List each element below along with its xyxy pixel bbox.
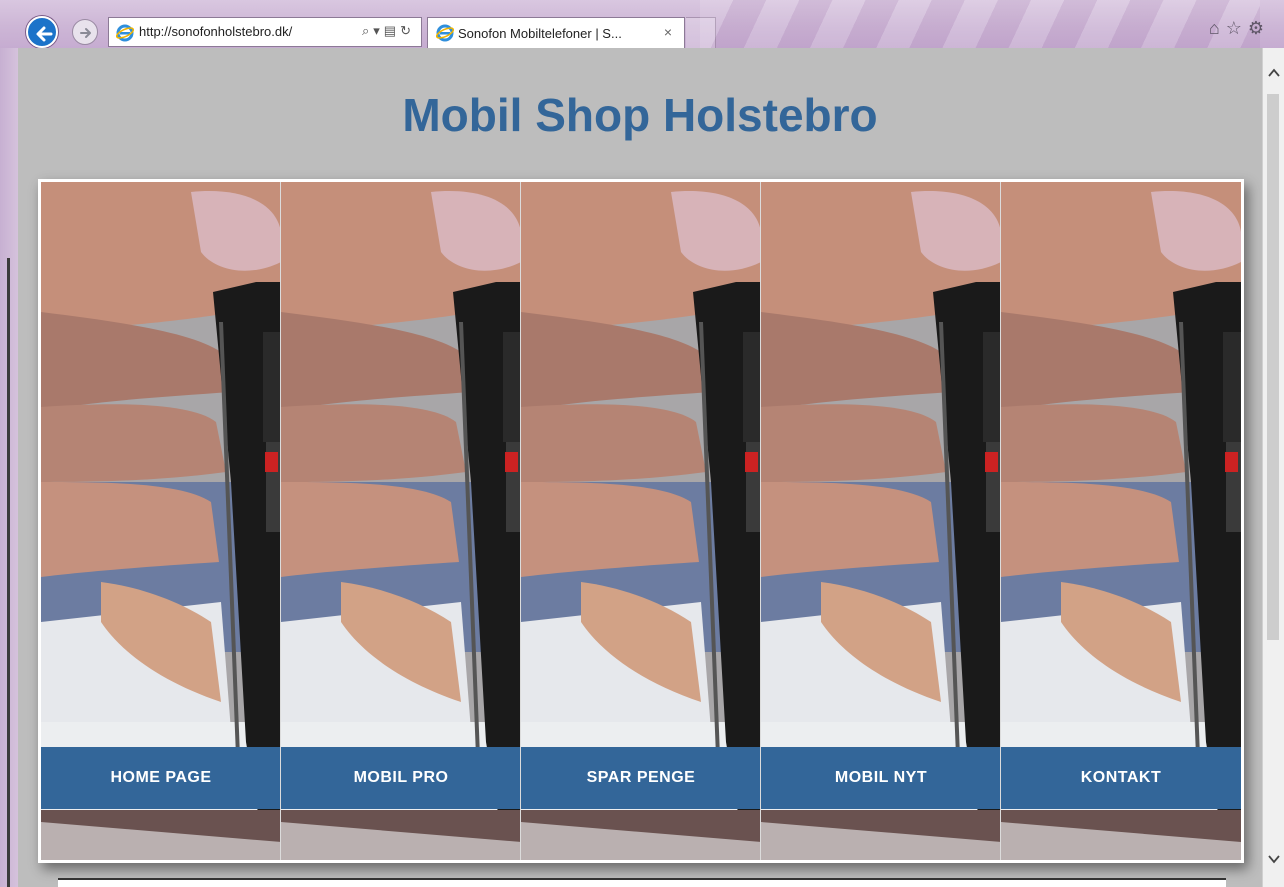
ie-logo-icon <box>116 24 134 42</box>
address-url[interactable]: http://sonofonholstebro.dk/ <box>139 24 292 39</box>
tab-sonofon[interactable]: Sonofon Mobiltelefoner | S... × <box>427 17 685 48</box>
address-tools: ⌕▾▤↻ <box>362 23 415 39</box>
window-frame <box>0 48 18 887</box>
tab-close-icon[interactable]: × <box>664 24 672 40</box>
chevron-down-icon[interactable] <box>1267 852 1281 866</box>
browser-right-icons: ⌂☆⚙ <box>1209 18 1270 39</box>
page-title: Mobil Shop Holstebro <box>402 89 878 141</box>
tab-title: Sonofon Mobiltelefoner | S... <box>458 26 622 41</box>
address-bar[interactable]: http://sonofonholstebro.dk/ ⌕▾▤↻ <box>108 17 422 47</box>
home-icon[interactable]: ⌂ <box>1209 18 1226 39</box>
favorites-star-icon[interactable]: ☆ <box>1226 18 1248 39</box>
hero-slice[interactable]: MOBIL NYT <box>761 182 1001 860</box>
vertical-scrollbar[interactable] <box>1262 48 1284 887</box>
nav-spar-penge[interactable]: SPAR PENGE <box>521 747 760 809</box>
hero-slice[interactable]: HOME PAGE <box>41 182 281 860</box>
browser-toolbar: http://sonofonholstebro.dk/ ⌕▾▤↻ Sonofon… <box>0 0 1284 48</box>
hero-slice[interactable]: KONTAKT <box>1001 182 1241 860</box>
nav-home-page[interactable]: HOME PAGE <box>41 747 280 809</box>
hero-slice[interactable]: SPAR PENGE <box>521 182 761 860</box>
chevron-up-icon[interactable] <box>1267 66 1281 80</box>
search-icon[interactable]: ⌕ <box>362 23 373 39</box>
hero-slider: HOME PAGE MOBIL PRO SPAR PENGE MOBIL NYT… <box>38 179 1244 863</box>
hero-slice[interactable]: MOBIL PRO <box>281 182 521 860</box>
back-arrow-icon <box>36 26 53 42</box>
back-button[interactable] <box>26 16 58 48</box>
nav-mobil-nyt[interactable]: MOBIL NYT <box>761 747 1000 809</box>
new-tab-button[interactable] <box>686 17 716 48</box>
dropdown-icon[interactable]: ▾ <box>373 23 384 39</box>
compat-view-icon[interactable]: ▤ <box>384 23 400 39</box>
refresh-icon[interactable]: ↻ <box>400 23 415 39</box>
nav-mobil-pro[interactable]: MOBIL PRO <box>281 747 520 809</box>
hero-slices: HOME PAGE MOBIL PRO SPAR PENGE MOBIL NYT… <box>41 182 1241 860</box>
scroll-thumb[interactable] <box>1267 94 1279 640</box>
forward-arrow-icon <box>80 28 91 38</box>
content-box-top <box>58 878 1226 887</box>
nav-kontakt[interactable]: KONTAKT <box>1001 747 1241 809</box>
ie-logo-icon <box>436 24 454 42</box>
page-viewport: Mobil Shop Holstebro HOME PAGE MOBIL PRO… <box>18 48 1262 887</box>
settings-gear-icon[interactable]: ⚙ <box>1248 18 1270 39</box>
forward-button[interactable] <box>72 19 98 45</box>
